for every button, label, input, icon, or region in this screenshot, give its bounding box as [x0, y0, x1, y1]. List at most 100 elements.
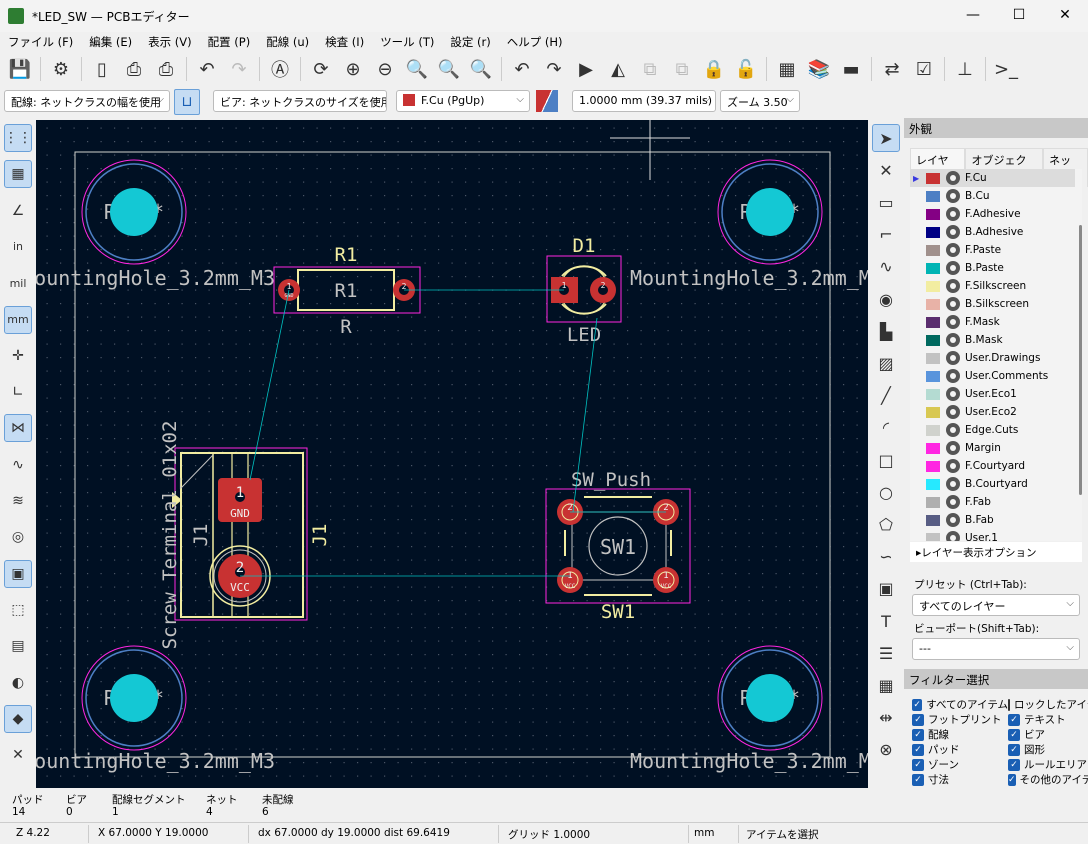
local-ratsnest-icon[interactable]: ✕ — [872, 156, 900, 184]
layer-color-swatch[interactable] — [926, 460, 940, 472]
eye-icon[interactable] — [946, 333, 960, 347]
filter-checkbox[interactable]: ✓ 寸法 — [912, 772, 949, 787]
eye-icon[interactable] — [946, 531, 960, 541]
layer-display-options-toggle[interactable]: ▸レイヤー表示オプション — [910, 542, 1082, 562]
menu-item[interactable]: ファイル (F) — [0, 32, 81, 52]
eye-icon[interactable] — [946, 387, 960, 401]
add-footprint-icon[interactable]: ▭ — [872, 188, 900, 216]
filter-checkbox[interactable]: ✓ 配線 — [912, 727, 949, 742]
filter-checkbox[interactable]: ✓ 図形 — [1008, 742, 1045, 757]
checkbox-checked-icon[interactable]: ✓ — [912, 758, 924, 771]
pad-outline-icon[interactable]: ▤ — [4, 632, 32, 660]
drc-icon[interactable]: ☑ — [910, 55, 938, 83]
update-pcb-icon[interactable]: ⇄ — [878, 55, 906, 83]
layer-row[interactable]: B.Mask — [910, 331, 1075, 349]
checkbox-checked-icon[interactable]: ✓ — [1008, 773, 1016, 786]
zoom-select[interactable]: ズーム 3.50 ⌵ — [720, 90, 800, 112]
cursor-crosshair-icon[interactable]: ✛ — [4, 342, 32, 370]
add-via-icon[interactable]: ◉ — [872, 285, 900, 313]
route-track-icon[interactable]: ⌐ — [872, 221, 900, 249]
draw-circle-icon[interactable]: ○ — [872, 478, 900, 506]
eye-icon[interactable] — [946, 225, 960, 239]
layers-manager-icon[interactable]: ◆ — [4, 704, 32, 733]
layer-row[interactable]: User.Eco1 — [910, 385, 1075, 403]
menu-item[interactable]: ヘルプ (H) — [499, 32, 571, 52]
add-zone-icon[interactable]: ▙ — [872, 317, 900, 345]
pcb-canvas[interactable]: REF**REF**REF**REF** MountingHole_3.2mm_… — [36, 120, 868, 788]
layer-row[interactable]: F.Paste — [910, 241, 1075, 259]
draw-rectangle-icon[interactable]: □ — [872, 446, 900, 474]
layer-color-swatch[interactable] — [926, 280, 940, 292]
checkbox-checked-icon[interactable]: ✓ — [1008, 728, 1020, 741]
menu-item[interactable]: 編集 (E) — [81, 32, 140, 52]
close-button[interactable]: ✕ — [1042, 0, 1088, 32]
filter-checkbox[interactable]: ✓ ゾーン — [912, 757, 959, 772]
menu-item[interactable]: 表示 (V) — [140, 32, 200, 52]
zoom-objects-icon[interactable]: 🔍 — [435, 55, 463, 83]
millimeters-icon[interactable]: mm — [4, 305, 32, 334]
preset-select[interactable]: すべてのレイヤー ⌵ — [912, 594, 1080, 616]
add-table-icon[interactable]: ▦ — [872, 671, 900, 699]
ungroup-icon[interactable]: ⧉ — [668, 55, 696, 83]
checkbox-checked-icon[interactable]: ✓ — [1008, 743, 1020, 756]
properties-icon[interactable]: ✕ — [4, 741, 32, 769]
board-setup-icon[interactable]: ⚙ — [47, 55, 75, 83]
menu-item[interactable]: 配置 (P) — [200, 32, 259, 52]
layer-color-swatch[interactable] — [926, 370, 940, 382]
filter-checkbox[interactable]: ✓ すべてのアイテム — [912, 697, 1008, 712]
eye-icon[interactable] — [946, 459, 960, 473]
menu-item[interactable]: 検査 (I) — [317, 32, 372, 52]
eye-icon[interactable] — [946, 369, 960, 383]
layer-row[interactable]: B.Adhesive — [910, 223, 1075, 241]
layer-row[interactable]: F.Silkscreen — [910, 277, 1075, 295]
layer-color-swatch[interactable] — [926, 244, 940, 256]
footprint-browser-icon[interactable]: 📚 — [805, 55, 833, 83]
track-outline-icon[interactable]: ≋ — [4, 487, 32, 515]
layer-color-swatch[interactable] — [926, 532, 940, 541]
layer-row[interactable]: B.Cu — [910, 187, 1075, 205]
ratsnest-icon[interactable]: ⋈ — [4, 414, 32, 443]
tune-length-icon[interactable]: ∿ — [872, 253, 900, 281]
layer-color-swatch[interactable] — [926, 406, 940, 418]
rotate-ccw-icon[interactable]: ↶ — [508, 55, 536, 83]
high-contrast-icon[interactable]: ◐ — [4, 669, 32, 697]
grid-dots-icon[interactable]: ⋮⋮ — [4, 124, 32, 152]
eye-icon[interactable] — [946, 441, 960, 455]
polar-coords-icon[interactable]: ∠ — [4, 197, 32, 225]
menu-item[interactable]: ツール (T) — [372, 32, 442, 52]
eye-icon[interactable] — [946, 495, 960, 509]
layer-list-scrollbar[interactable] — [1079, 225, 1082, 495]
layer-row[interactable]: User.Eco2 — [910, 403, 1075, 421]
3d-viewer-icon[interactable]: ▬ — [837, 55, 865, 83]
via-outline-icon[interactable]: ◎ — [4, 523, 32, 551]
filter-checkbox[interactable]: ✓ ルールエリア — [1008, 757, 1087, 772]
rule-area-icon[interactable]: ▨ — [872, 349, 900, 377]
scripting-console-icon[interactable]: >_ — [992, 55, 1020, 83]
draw-line-icon[interactable]: ╱ — [872, 382, 900, 410]
flip-icon[interactable]: ▶ — [572, 55, 600, 83]
layer-row[interactable]: B.Courtyard — [910, 475, 1075, 493]
plot-icon[interactable]: ⎙ — [152, 55, 180, 83]
add-image-icon[interactable]: ▣ — [872, 575, 900, 603]
rotate-cw-icon[interactable]: ↷ — [540, 55, 568, 83]
layer-color-swatch[interactable] — [926, 190, 940, 202]
checkbox-checked-icon[interactable]: ✓ — [912, 728, 924, 741]
add-dimension-icon[interactable]: ⇹ — [872, 704, 900, 732]
track-sizes-toggle-icon[interactable]: ⊔ — [174, 89, 200, 115]
zoom-out-icon[interactable]: ⊖ — [371, 55, 399, 83]
layer-row[interactable]: User.Comments — [910, 367, 1075, 385]
add-textbox-icon[interactable]: ☰ — [872, 639, 900, 667]
eye-icon[interactable] — [946, 351, 960, 365]
filter-checkbox[interactable]: ロックしたアイテム — [1008, 697, 1088, 712]
layer-row[interactable]: Edge.Cuts — [910, 421, 1075, 439]
mils-icon[interactable]: mil — [4, 269, 32, 297]
filter-checkbox[interactable]: ✓ テキスト — [1008, 712, 1066, 727]
delete-icon[interactable]: ⊗ — [872, 736, 900, 764]
layer-color-swatch[interactable] — [926, 172, 940, 184]
layer-color-swatch[interactable] — [926, 496, 940, 508]
inches-icon[interactable]: in — [4, 233, 32, 261]
layer-color-swatch[interactable] — [926, 424, 940, 436]
filter-checkbox[interactable]: ✓その他のアイテム — [1008, 772, 1088, 787]
layer-color-swatch[interactable] — [926, 226, 940, 238]
layer-color-swatch[interactable] — [926, 316, 940, 328]
